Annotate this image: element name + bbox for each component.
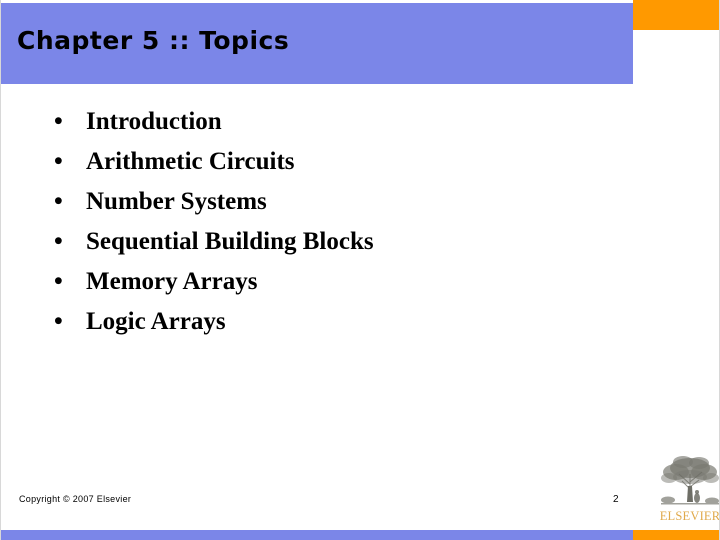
elsevier-logo: ELSEVIER (659, 452, 720, 530)
page-title: Chapter 5 :: Topics (17, 26, 290, 55)
slide-canvas: Chapter 5 :: Topics • Introduction • Ari… (0, 0, 720, 540)
list-item: • Memory Arrays (51, 262, 611, 302)
bullet-icon: • (54, 228, 63, 255)
bottom-blue-accent-bar (1, 530, 633, 540)
list-item: • Introduction (51, 102, 611, 142)
title-banner: Chapter 5 :: Topics (1, 3, 633, 84)
bullet-icon: • (54, 268, 63, 295)
elsevier-wordmark: ELSEVIER (659, 509, 720, 523)
list-item-label: Number Systems (86, 188, 267, 215)
copyright-notice: Copyright © 2007 Elsevier (19, 494, 132, 504)
list-item: • Arithmetic Circuits (51, 142, 611, 182)
list-item: • Number Systems (51, 182, 611, 222)
list-item-label: Memory Arrays (86, 268, 258, 295)
top-orange-accent-bar (633, 0, 719, 30)
bullet-icon: • (54, 108, 63, 135)
bottom-orange-accent-bar (633, 530, 719, 540)
topics-list: • Introduction • Arithmetic Circuits • N… (51, 102, 611, 342)
list-item-label: Introduction (86, 108, 222, 135)
list-item: • Sequential Building Blocks (51, 222, 611, 262)
list-item-label: Logic Arrays (86, 308, 226, 335)
bullet-icon: • (54, 188, 63, 215)
page-number: 2 (613, 494, 619, 505)
list-item-label: Sequential Building Blocks (86, 228, 374, 255)
bullet-icon: • (54, 148, 63, 175)
list-item: • Logic Arrays (51, 302, 611, 342)
list-item-label: Arithmetic Circuits (86, 148, 295, 175)
bullet-icon: • (54, 308, 63, 335)
elsevier-tree-icon (659, 452, 719, 510)
